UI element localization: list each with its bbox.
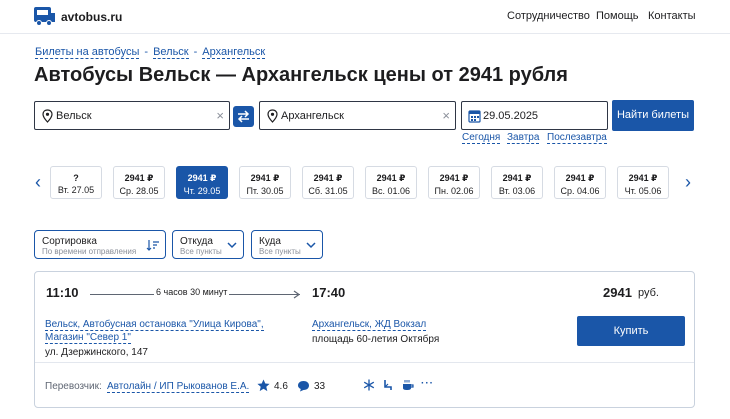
from-filter-title: Откуда [180, 236, 213, 247]
arrival-time: 17:40 [312, 285, 346, 300]
from-filter-value: Все пункты [180, 247, 222, 256]
buy-button[interactable]: Купить [577, 316, 685, 346]
reviews-bubble-icon[interactable] [297, 380, 310, 392]
to-input-value[interactable]: Архангельск [281, 110, 344, 122]
price-currency: руб. [638, 287, 659, 299]
breadcrumb: Билеты на автобусы - Вельск - Архангельск [35, 46, 266, 59]
date-card[interactable]: 2941 ₽ Чт. 05.06 [617, 166, 669, 199]
sort-filter-title: Сортировка [42, 236, 97, 247]
trip-duration: 6 часов 30 минут [154, 287, 230, 297]
chevron-down-icon [227, 242, 237, 249]
route-arrow-icon [293, 290, 301, 299]
find-tickets-button[interactable]: Найти билеты [612, 100, 694, 131]
carrier-label: Перевозчик: [45, 381, 102, 392]
nav-help[interactable]: Помощь [596, 10, 639, 22]
to-filter-title: Куда [259, 236, 281, 247]
logo-text[interactable]: avtobus.ru [61, 10, 122, 24]
date-card[interactable]: 2941 ₽ Ср. 28.05 [113, 166, 165, 199]
carrier-name-link[interactable]: Автолайн / ИП Рыкованов Е.А. [107, 381, 250, 393]
departure-stop-line-2: Магазин "Север 1" [45, 332, 131, 344]
more-amenities-icon[interactable]: ··· [421, 378, 434, 389]
quick-date-today[interactable]: Сегодня [462, 132, 501, 144]
air-conditioning-snowflake-icon [363, 379, 375, 391]
date-card[interactable]: 2941 ₽ Пт. 30.05 [239, 166, 291, 199]
departure-stop-line-1: Вельск, Автобусная остановка "Улица Киро… [45, 319, 264, 331]
breadcrumb-separator: - [193, 46, 198, 58]
quick-date-day-after[interactable]: Послезавтра [547, 132, 607, 144]
clear-from-icon[interactable]: × [216, 108, 224, 123]
to-filter-value: Все пункты [259, 247, 301, 256]
breadcrumb-link-bus-tickets[interactable]: Билеты на автобусы [35, 46, 140, 59]
to-filter[interactable]: Куда Все пункты [251, 230, 323, 259]
sort-filter[interactable]: Сортировка По времени отправления [34, 230, 166, 259]
sort-icon [146, 240, 159, 251]
card-divider [35, 362, 694, 363]
arrival-stop-link[interactable]: Архангельск, ЖД Вокзал [312, 318, 427, 331]
breadcrumb-link-arkhangelsk[interactable]: Архангельск [202, 46, 266, 59]
dates-prev-arrow-icon[interactable]: ‹ [35, 172, 41, 193]
date-card[interactable]: 2941 ₽ Сб. 31.05 [302, 166, 354, 199]
departure-stop-link[interactable]: Вельск, Автобусная остановка "Улица Киро… [45, 318, 264, 344]
dates-next-arrow-icon[interactable]: › [685, 172, 691, 193]
from-input-value[interactable]: Вельск [56, 110, 92, 122]
trip-price: 2941 [603, 285, 632, 300]
date-card[interactable]: ? Вт. 27.05 [50, 166, 102, 199]
date-input-value[interactable]: 29.05.2025 [483, 110, 538, 122]
star-icon [257, 379, 270, 392]
date-card[interactable]: 2941 ₽ Пн. 02.06 [428, 166, 480, 199]
to-field[interactable]: Архангельск × [259, 101, 456, 130]
clear-to-icon[interactable]: × [442, 108, 450, 123]
calendar-icon [468, 110, 481, 123]
nav-partnership[interactable]: Сотрудничество [507, 10, 590, 22]
bus-logo-icon[interactable] [33, 5, 57, 27]
trip-card: 11:10 6 часов 30 минут 17:40 2941 руб. В… [34, 271, 695, 408]
breadcrumb-separator: - [144, 46, 149, 58]
seat-icon [384, 380, 392, 390]
coffee-cup-icon [403, 380, 414, 390]
from-filter[interactable]: Откуда Все пункты [172, 230, 244, 259]
chevron-down-icon [306, 242, 316, 249]
departure-address: ул. Дзержинского, 147 [45, 347, 148, 358]
reviews-count[interactable]: 33 [314, 381, 325, 392]
sort-filter-value: По времени отправления [42, 247, 137, 256]
date-card[interactable]: 2941 ₽ Ср. 04.06 [554, 166, 606, 199]
date-field[interactable]: 29.05.2025 [461, 101, 608, 130]
from-field[interactable]: Вельск × [34, 101, 230, 130]
location-pin-icon [267, 109, 278, 123]
arrival-stop-name: Архангельск, ЖД Вокзал [312, 319, 427, 331]
swap-cities-button[interactable] [233, 106, 254, 127]
page-title: Автобусы Вельск — Архангельск цены от 29… [34, 64, 568, 86]
date-card[interactable]: 2941 ₽ Вт. 03.06 [491, 166, 543, 199]
top-header: avtobus.ru Сотрудничество Помощь Контакт… [0, 0, 730, 34]
location-pin-icon [42, 109, 53, 123]
date-card[interactable]: 2941 ₽ Вс. 01.06 [365, 166, 417, 199]
carrier-rating: 4.6 [274, 381, 288, 392]
date-card-selected[interactable]: 2941 ₽ Чт. 29.05 [176, 166, 228, 199]
arrival-address: площадь 60-летия Октября [312, 334, 440, 345]
quick-date-tomorrow[interactable]: Завтра [507, 132, 540, 144]
departure-time: 11:10 [46, 285, 79, 300]
breadcrumb-link-velsk[interactable]: Вельск [153, 46, 189, 59]
nav-contacts[interactable]: Контакты [648, 10, 696, 22]
swap-arrows-icon [237, 110, 250, 123]
